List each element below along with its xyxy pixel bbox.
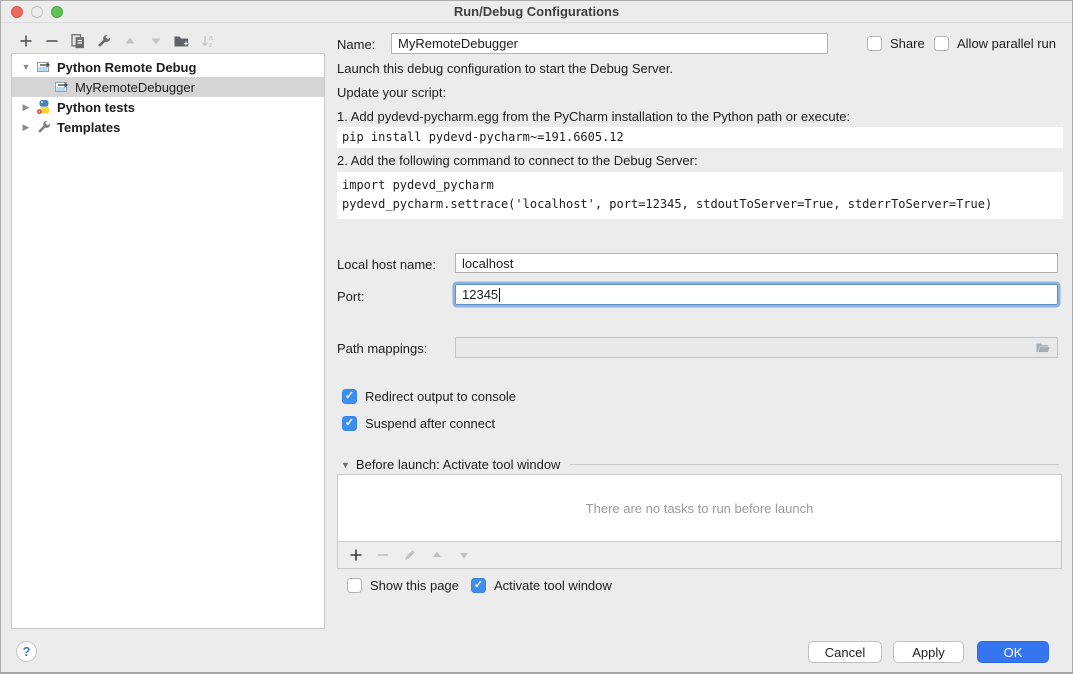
tree-item-templates[interactable]: ▶ Templates	[12, 117, 324, 137]
instruction-step1: 1. Add pydevd-pycharm.egg from the PyCha…	[337, 109, 850, 124]
before-launch-toolbar	[337, 542, 1062, 569]
path-mappings-input[interactable]	[455, 337, 1058, 358]
remove-icon[interactable]	[43, 32, 60, 49]
before-launch-header[interactable]: ▼ Before launch: Activate tool window	[341, 457, 1059, 472]
before-launch-task-list[interactable]: There are no tasks to run before launch	[337, 474, 1062, 542]
tree-item-label: Python Remote Debug	[57, 60, 196, 75]
settrace-code-line2: pydevd_pycharm.settrace('localhost', por…	[342, 195, 1058, 214]
activate-tool-window-checkbox[interactable]	[471, 578, 486, 593]
redirect-output-checkbox[interactable]	[342, 389, 357, 404]
apply-button[interactable]: Apply	[893, 641, 964, 663]
new-folder-icon[interactable]	[173, 32, 190, 49]
port-input[interactable]: 12345	[455, 284, 1058, 305]
redirect-output-row: Redirect output to console	[342, 389, 516, 404]
add-icon[interactable]	[347, 547, 364, 564]
port-label: Port:	[337, 289, 364, 304]
svg-text:z: z	[209, 42, 213, 49]
name-label: Name:	[337, 37, 375, 52]
share-checkbox-row: Share	[867, 36, 925, 51]
instruction-step2: 2. Add the following command to connect …	[337, 153, 698, 168]
remote-debug-icon	[54, 79, 71, 96]
open-folder-icon[interactable]	[1035, 341, 1051, 355]
move-down-icon	[147, 32, 164, 49]
chevron-down-icon[interactable]: ▼	[20, 62, 32, 72]
move-up-icon	[121, 32, 138, 49]
tree-item-myremotedebugger[interactable]: MyRemoteDebugger	[12, 77, 324, 97]
local-host-label: Local host name:	[337, 257, 436, 272]
cancel-button[interactable]: Cancel	[808, 641, 882, 663]
pip-install-code[interactable]: pip install pydevd-pycharm~=191.6605.12	[337, 127, 1063, 148]
tree-item-label: MyRemoteDebugger	[75, 80, 195, 95]
titlebar: Run/Debug Configurations	[1, 1, 1072, 23]
window-title: Run/Debug Configurations	[1, 4, 1072, 19]
empty-task-list-text: There are no tasks to run before launch	[586, 501, 814, 516]
run-debug-configurations-dialog: Run/Debug Configurations az ▼	[0, 0, 1073, 674]
python-tests-icon	[36, 99, 53, 116]
instruction-intro: Launch this debug configuration to start…	[337, 61, 673, 76]
allow-parallel-run-checkbox[interactable]	[934, 36, 949, 51]
chevron-right-icon[interactable]: ▶	[20, 122, 32, 133]
chevron-right-icon[interactable]: ▶	[20, 102, 32, 113]
name-input[interactable]: MyRemoteDebugger	[391, 33, 828, 54]
before-launch-title: Before launch: Activate tool window	[356, 457, 561, 472]
text-cursor	[499, 288, 500, 302]
copy-icon[interactable]	[69, 32, 86, 49]
allow-parallel-run-label: Allow parallel run	[957, 36, 1056, 51]
tree-item-label: Python tests	[57, 100, 135, 115]
move-up-icon	[428, 547, 445, 564]
suspend-after-connect-checkbox[interactable]	[342, 416, 357, 431]
edit-wrench-icon[interactable]	[95, 32, 112, 49]
activate-tool-window-label: Activate tool window	[494, 578, 612, 593]
show-this-page-label: Show this page	[370, 578, 459, 593]
suspend-after-connect-row: Suspend after connect	[342, 416, 495, 431]
remote-debug-icon	[36, 59, 53, 76]
allow-parallel-checkbox-row: Allow parallel run	[934, 36, 1056, 51]
help-button[interactable]: ?	[16, 641, 37, 662]
tree-item-python-remote-debug[interactable]: ▼ Python Remote Debug	[12, 57, 324, 77]
suspend-after-connect-label: Suspend after connect	[365, 416, 495, 431]
tree-item-label: Templates	[57, 120, 120, 135]
path-mappings-label: Path mappings:	[337, 341, 427, 356]
divider	[570, 464, 1059, 465]
show-this-page-checkbox[interactable]	[347, 578, 362, 593]
wrench-icon	[36, 119, 53, 136]
sort-alphabetically-icon: az	[199, 32, 216, 49]
ok-button[interactable]: OK	[977, 641, 1049, 663]
share-checkbox[interactable]	[867, 36, 882, 51]
edit-pencil-icon	[401, 547, 418, 564]
settrace-code[interactable]: import pydevd_pycharm pydevd_pycharm.set…	[337, 172, 1063, 219]
tree-item-python-tests[interactable]: ▶ Python tests	[12, 97, 324, 117]
add-icon[interactable]	[17, 32, 34, 49]
configurations-toolbar: az	[17, 32, 216, 49]
activate-tool-window-row: Activate tool window	[471, 578, 612, 593]
share-label: Share	[890, 36, 925, 51]
instruction-update-script: Update your script:	[337, 85, 446, 100]
local-host-input[interactable]: localhost	[455, 253, 1058, 273]
remove-icon	[374, 547, 391, 564]
chevron-down-icon[interactable]: ▼	[341, 460, 350, 470]
settrace-code-line1: import pydevd_pycharm	[342, 176, 1058, 195]
configurations-tree: ▼ Python Remote Debug MyRemoteDebugger ▶…	[11, 53, 325, 629]
redirect-output-label: Redirect output to console	[365, 389, 516, 404]
svg-text:a: a	[209, 35, 213, 42]
move-down-icon	[455, 547, 472, 564]
show-this-page-row: Show this page	[347, 578, 459, 593]
